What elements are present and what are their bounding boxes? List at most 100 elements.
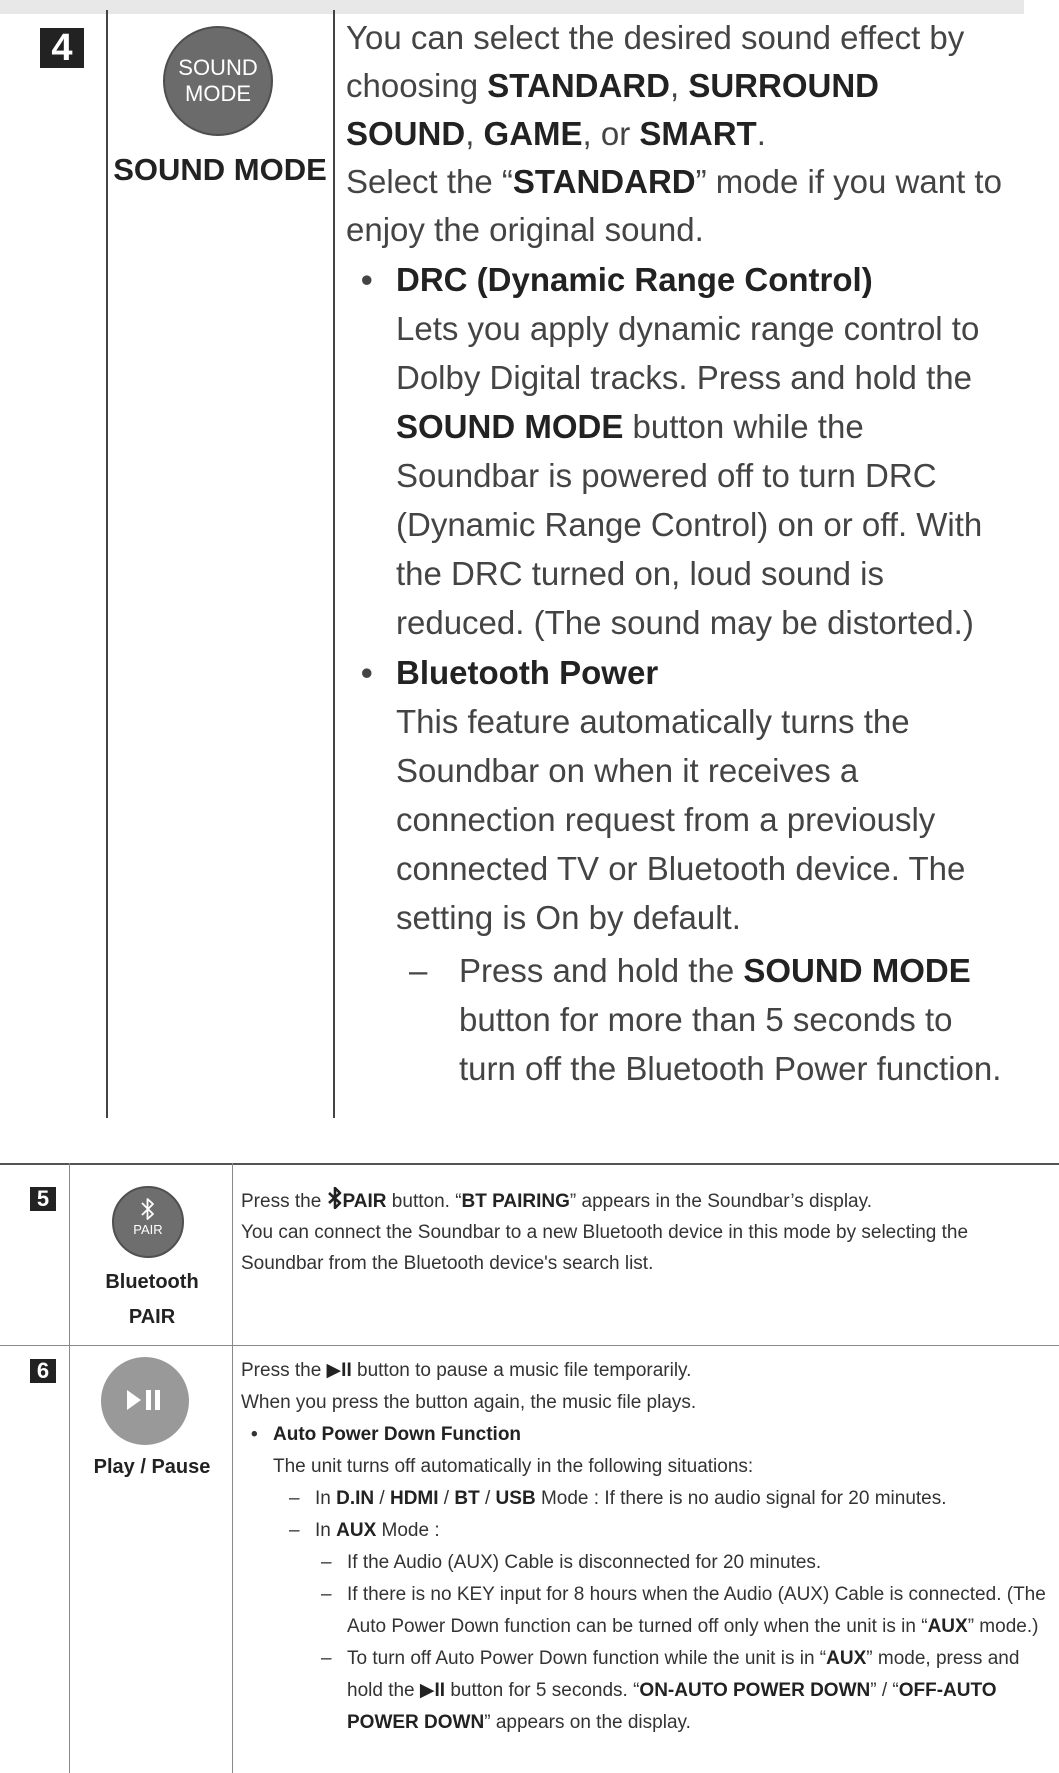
mode-name: AUX: [927, 1616, 968, 1637]
play-pause-icon: [127, 1390, 160, 1410]
label-line: Bluetooth: [105, 1271, 199, 1293]
text: ” appears on the display.: [484, 1712, 691, 1733]
dash-icon: –: [321, 1584, 332, 1605]
text: /: [374, 1488, 390, 1509]
drc-body: Lets you apply dynamic range control to …: [396, 304, 1011, 647]
text: button to pause a music file temporarily…: [351, 1360, 692, 1381]
paragraph: You can connect the Soundbar to a new Bl…: [241, 1222, 969, 1274]
text: button for 5 seconds. “: [445, 1680, 640, 1701]
dash-icon: –: [289, 1520, 300, 1541]
bluetooth-power-title: Bluetooth Power: [396, 654, 659, 691]
auto-power-down-bullet: • Auto Power Down Function: [251, 1419, 1051, 1451]
text: Press the: [241, 1191, 327, 1212]
play-pause-description: Press the ▶II button to pause a music fi…: [241, 1355, 1051, 1739]
mode-name: AUX: [336, 1520, 377, 1541]
sound-mode-button-text-2: MODE: [185, 81, 251, 106]
text: In: [315, 1488, 337, 1509]
paragraph: Select the “STANDARD” mode if you want t…: [346, 158, 1011, 254]
list-item: – In D.IN / HDMI / BT / USB Mode : If th…: [289, 1483, 1051, 1515]
bluetooth-pair-button-icon: PAIR: [112, 1186, 184, 1258]
list-item: – If the Audio (AUX) Cable is disconnect…: [321, 1547, 1051, 1579]
bluetooth-icon: [141, 1198, 154, 1220]
auto-power-down-title: Auto Power Down Function: [273, 1424, 522, 1445]
bluetooth-icon: [327, 1187, 341, 1209]
list-item: – To turn off Auto Power Down function w…: [321, 1643, 1051, 1739]
section-4-sound-mode: 4 SOUND MODE SOUND MODE You can select t…: [0, 0, 1024, 1118]
text: ,: [669, 67, 689, 104]
play-pause-label: Play / Pause: [93, 1456, 211, 1478]
text: button for more than 5 seconds to turn o…: [459, 1001, 1002, 1087]
play-pause-button-icon: [101, 1357, 189, 1445]
column-divider: [106, 10, 108, 1118]
auto-power-down-intro: The unit turns off automatically in the …: [273, 1456, 754, 1477]
bluetooth-pair-description: Press the PAIR button. “BT PAIRING” appe…: [241, 1186, 1041, 1279]
bluetooth-power-body: This feature automatically turns the Sou…: [396, 703, 966, 936]
paragraph: When you press the button again, the mus…: [241, 1392, 697, 1413]
paragraph: Press the ▶II button to pause a music fi…: [241, 1355, 1051, 1387]
list-item: – In AUX Mode :: [289, 1515, 1051, 1547]
column-divider: [69, 1163, 70, 1773]
mode-name: BT: [454, 1488, 480, 1509]
sound-mode-label: SOUND MODE: [113, 152, 327, 187]
mode-smart: SMART: [639, 115, 757, 152]
table-top-border: [0, 1163, 1059, 1165]
text: Mode : If there is no audio signal for 2…: [535, 1488, 947, 1509]
mode-name: D.IN: [336, 1488, 375, 1509]
mode-name: USB: [495, 1488, 536, 1509]
text: To turn off Auto Power Down function whi…: [347, 1648, 827, 1669]
mode-name: AUX: [826, 1648, 867, 1669]
text: Press and hold the: [459, 952, 744, 989]
top-divider: [0, 0, 1024, 14]
list-item: – If there is no KEY input for 8 hours w…: [321, 1579, 1051, 1643]
text: If the Audio (AUX) Cable is disconnected…: [347, 1552, 822, 1573]
bluetooth-power-bullet: • Bluetooth Power This feature automatic…: [361, 649, 1011, 942]
button-name: PAIR: [342, 1191, 387, 1212]
section-number-badge: 4: [40, 28, 84, 68]
text: .: [756, 115, 766, 152]
text: ” / “: [870, 1680, 899, 1701]
label-line: PAIR: [128, 1306, 176, 1328]
text: /: [438, 1488, 455, 1509]
drc-title: DRC (Dynamic Range Control): [396, 261, 873, 298]
text: Lets you apply dynamic range control to …: [396, 310, 980, 396]
drc-bullet: • DRC (Dynamic Range Control) Lets you a…: [361, 256, 1011, 647]
dash-icon: –: [321, 1552, 332, 1573]
sound-mode-button-text-1: SOUND: [178, 55, 258, 80]
mode-name: HDMI: [389, 1488, 439, 1509]
section-number-badge: 5: [30, 1187, 56, 1211]
mode-game: GAME: [483, 115, 583, 152]
button-name: SOUND MODE: [743, 952, 971, 989]
mode-standard: STANDARD: [487, 67, 670, 104]
column-divider: [333, 10, 335, 1118]
text: ,: [465, 115, 484, 152]
bullet-icon: •: [361, 261, 373, 298]
bullet-icon: •: [361, 654, 373, 691]
display-text: BT PAIRING: [461, 1191, 570, 1212]
text: Select the “: [346, 163, 513, 200]
section-number-badge: 6: [30, 1359, 56, 1383]
button-table: 5 PAIR Bluetooth PAIR Press the PAIR but…: [0, 1163, 1059, 1773]
dash-icon: –: [409, 952, 428, 989]
play-pause-symbol: ▶II: [419, 1680, 446, 1701]
text: Mode :: [376, 1520, 440, 1541]
display-text: ON-AUTO POWER DOWN: [639, 1680, 871, 1701]
mode-standard: STANDARD: [512, 163, 696, 200]
column-divider: [232, 1163, 233, 1773]
bluetooth-power-note: – Press and hold the SOUND MODE button f…: [409, 946, 1011, 1093]
paragraph: You can select the desired sound effect …: [346, 14, 1011, 158]
text: , or: [582, 115, 640, 152]
text: button. “: [386, 1191, 462, 1212]
sound-mode-description: You can select the desired sound effect …: [346, 14, 1011, 1093]
text: Press the: [241, 1360, 327, 1381]
text: ” appears in the Soundbar’s display.: [569, 1191, 872, 1212]
dash-icon: –: [289, 1488, 300, 1509]
pair-button-text: PAIR: [133, 1222, 163, 1237]
bluetooth-pair-label: Bluetooth PAIR: [72, 1265, 232, 1335]
paragraph: Press the PAIR button. “BT PAIRING” appe…: [241, 1186, 1041, 1217]
text: /: [479, 1488, 496, 1509]
text: ” mode.): [967, 1616, 1039, 1637]
bullet-icon: •: [251, 1424, 258, 1445]
row-divider: [0, 1345, 1059, 1346]
button-name: SOUND MODE: [396, 408, 624, 445]
play-pause-symbol: ▶II: [326, 1360, 352, 1381]
